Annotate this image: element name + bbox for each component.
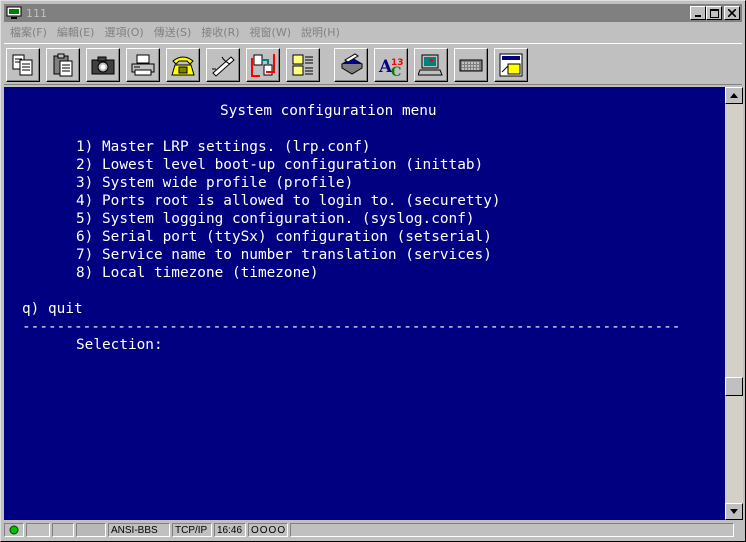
- arrow-up-icon: [730, 93, 738, 98]
- menu-receive[interactable]: 接收(R): [201, 24, 239, 40]
- toolbar: A 13 C: [4, 43, 742, 85]
- terminal-window: 111 檔案(F) 編輯(E) 選項(O) 傳送(S) 接收(R) 視窗(W) …: [0, 0, 746, 542]
- menu-item-7: 7) Service name to number translation (s…: [76, 247, 492, 263]
- emulation-status: ANSI-BBS: [108, 523, 170, 537]
- transfer-button[interactable]: [246, 48, 280, 82]
- phone-dial-icon: [171, 56, 195, 76]
- menu-item-5: 5) System logging configuration. (syslog…: [76, 211, 475, 227]
- menu-window[interactable]: 視窗(W): [250, 24, 291, 40]
- terminal-screen[interactable]: System configuration menu 1) Master LRP …: [4, 87, 725, 520]
- menu-item-2: 2) Lowest level boot-up configuration (i…: [76, 157, 484, 173]
- menu-item-8: 8) Local timezone (timezone): [76, 265, 319, 281]
- window-title: 111: [26, 6, 47, 20]
- status-pane-1: [26, 523, 50, 537]
- selection-prompt: Selection:: [76, 337, 163, 353]
- print-button[interactable]: [126, 48, 160, 82]
- title-bar[interactable]: 111: [4, 4, 742, 22]
- scroll-thumb[interactable]: [725, 377, 743, 396]
- menu-item-4: 4) Ports root is allowed to login to. (s…: [76, 193, 501, 209]
- menu-edit[interactable]: 編輯(E): [57, 24, 95, 40]
- menu-heading: System configuration menu: [220, 103, 437, 119]
- protocol-status: TCP/IP: [172, 523, 212, 537]
- capture-log-button[interactable]: [286, 48, 320, 82]
- hangup-icon: [212, 56, 235, 77]
- menu-item-6: 6) Serial port (ttySx) configuration (se…: [76, 229, 492, 245]
- camera-icon: [91, 56, 115, 75]
- keyboard-icon: [459, 59, 483, 72]
- terminal-icon: [418, 54, 443, 76]
- menu-bar: 檔案(F) 編輯(E) 選項(O) 傳送(S) 接收(R) 視窗(W) 說明(H…: [4, 23, 742, 41]
- paste-button[interactable]: [46, 48, 80, 82]
- menu-item-3: 3) System wide profile (profile): [76, 175, 354, 191]
- status-pane-3: [76, 523, 106, 537]
- close-icon: [728, 9, 736, 17]
- menu-help[interactable]: 說明(H): [301, 24, 340, 40]
- copy-button[interactable]: [6, 48, 40, 82]
- menu-file[interactable]: 檔案(F): [10, 24, 47, 40]
- close-button[interactable]: [724, 6, 740, 20]
- batch-icon: [341, 53, 363, 75]
- menu-send[interactable]: 傳送(S): [154, 24, 192, 40]
- settings-icon: [499, 53, 523, 77]
- menu-options[interactable]: 選項(O): [104, 24, 143, 40]
- keyboard-button[interactable]: [454, 48, 488, 82]
- vertical-scrollbar[interactable]: [725, 87, 743, 520]
- font-icon: A 13 C: [378, 57, 404, 78]
- connection-led: [4, 523, 24, 537]
- transfer-icon: [251, 54, 275, 77]
- scroll-down-button[interactable]: [725, 503, 743, 520]
- status-message-pane: [290, 523, 734, 537]
- window-controls: [690, 6, 740, 20]
- capture-screen-button[interactable]: [86, 48, 120, 82]
- status-pane-2: [52, 523, 74, 537]
- paste-icon: [53, 53, 73, 77]
- app-icon: [6, 6, 22, 19]
- font-button[interactable]: A 13 C: [374, 48, 408, 82]
- maximize-icon: [709, 8, 719, 18]
- minimize-icon: [695, 15, 701, 17]
- time-status: 16:46: [214, 523, 246, 537]
- status-led-icon: [9, 525, 19, 535]
- capture-log-icon: [292, 54, 313, 76]
- arrow-down-icon: [730, 509, 738, 514]
- settings-button[interactable]: [494, 48, 528, 82]
- scroll-up-button[interactable]: [725, 87, 743, 104]
- minimize-button[interactable]: [690, 6, 706, 20]
- menu-item-1: 1) Master LRP settings. (lrp.conf): [76, 139, 371, 155]
- hangup-button[interactable]: [206, 48, 240, 82]
- lights-status: OOOO: [248, 523, 288, 537]
- divider-line: ----------------------------------------…: [22, 319, 681, 335]
- quit-option: q) quit: [22, 301, 83, 317]
- svg-text:C: C: [391, 65, 401, 78]
- batch-button[interactable]: [334, 48, 368, 82]
- status-bar: ANSI-BBS TCP/IP 16:46 OOOO: [4, 521, 742, 539]
- print-icon: [131, 54, 155, 76]
- dial-button[interactable]: [166, 48, 200, 82]
- copy-icon: [12, 54, 33, 76]
- terminal-button[interactable]: [414, 48, 448, 82]
- maximize-button[interactable]: [706, 6, 722, 20]
